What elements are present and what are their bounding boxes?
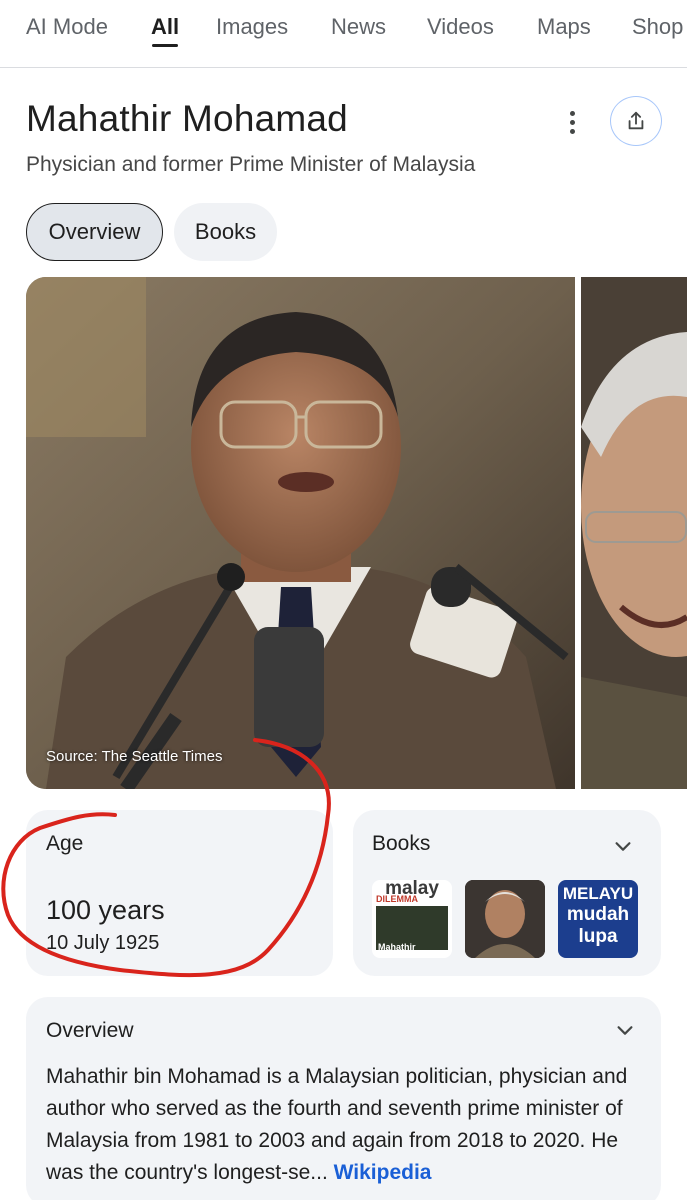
age-label: Age xyxy=(46,832,84,855)
tab-all[interactable]: All xyxy=(151,12,179,42)
photo-source: Source: The Seattle Times xyxy=(46,748,223,765)
entity-title: Mahathir Mohamad xyxy=(26,98,348,139)
book-cover-portrait[interactable] xyxy=(465,880,545,958)
age-value: 100 years xyxy=(46,895,165,925)
main-photo[interactable] xyxy=(26,277,575,789)
tab-images[interactable]: Images xyxy=(216,12,288,42)
search-tabs: AI Mode All Images News Videos Maps Shop xyxy=(0,0,687,68)
tab-shop[interactable]: Shop xyxy=(632,12,683,42)
tab-maps[interactable]: Maps xyxy=(537,12,591,42)
overview-description: Mahathir bin Mohamad is a Malaysian poli… xyxy=(46,1061,646,1189)
tab-videos[interactable]: Videos xyxy=(427,12,494,42)
book-author: Mahathir xyxy=(378,942,416,952)
book-cover-melayu-mudah-lupa[interactable]: MELAYU mudah lupa xyxy=(558,880,638,958)
chevron-down-icon[interactable] xyxy=(614,1019,636,1041)
book-title-line3: lupa xyxy=(578,926,618,947)
books-card[interactable]: Books malay DILEMMA Mahathir MELAYU muda… xyxy=(353,810,661,976)
age-card[interactable]: Age 100 years 10 July 1925 xyxy=(26,810,333,976)
entity-subtitle: Physician and former Prime Minister of M… xyxy=(26,153,476,176)
birth-date: 10 July 1925 xyxy=(46,932,160,954)
active-tab-indicator xyxy=(152,44,178,47)
second-photo[interactable] xyxy=(581,277,687,789)
tab-ai-mode[interactable]: AI Mode xyxy=(26,12,108,42)
book-title-line2: mudah xyxy=(566,904,630,925)
share-icon xyxy=(628,111,644,130)
books-label: Books xyxy=(372,832,431,855)
chip-books[interactable]: Books xyxy=(174,203,277,261)
chip-overview[interactable]: Overview xyxy=(26,203,163,261)
wikipedia-link[interactable]: Wikipedia xyxy=(334,1161,432,1184)
more-vert-icon xyxy=(569,110,575,116)
book-cover-image xyxy=(465,880,545,958)
share-button[interactable] xyxy=(610,96,662,146)
portrait-illustration-2 xyxy=(581,277,687,789)
book-title: MELAYU xyxy=(562,884,634,903)
overview-label: Overview xyxy=(46,1019,134,1042)
book-subtitle: DILEMMA xyxy=(376,894,418,904)
book-cover-malay-dilemma[interactable]: malay DILEMMA Mahathir xyxy=(372,880,452,958)
chevron-down-icon[interactable] xyxy=(612,835,634,857)
tab-news[interactable]: News xyxy=(331,12,386,42)
more-options-button[interactable] xyxy=(556,104,588,140)
overview-card[interactable]: Overview Mahathir bin Mohamad is a Malay… xyxy=(26,997,661,1200)
portrait-illustration xyxy=(26,277,575,789)
